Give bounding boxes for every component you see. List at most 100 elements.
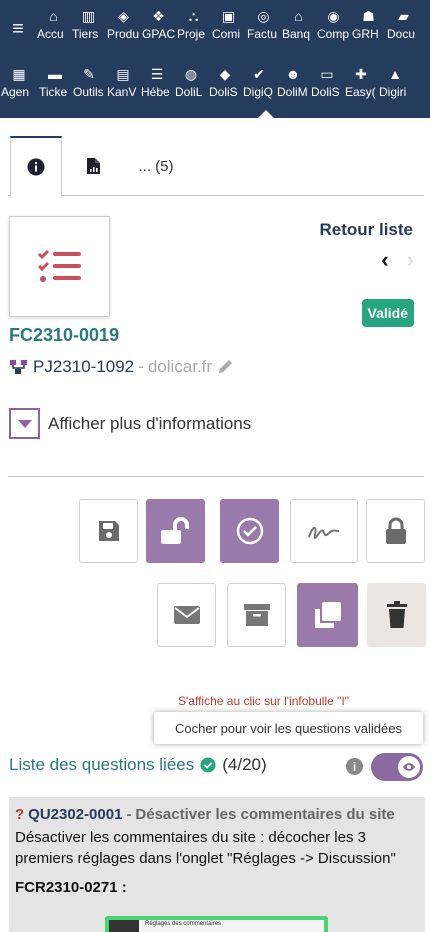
- nav-item-commercial[interactable]: ▣ Comi: [211, 6, 246, 42]
- save-icon: [98, 521, 119, 541]
- kanban-icon: ▤: [116, 66, 130, 82]
- tab-document[interactable]: [68, 136, 118, 196]
- tab-info[interactable]: [10, 136, 62, 197]
- nav-item-agenda[interactable]: ▦ Agen: [0, 64, 38, 100]
- check-circle-icon: [200, 757, 216, 773]
- dolil-icon: ◍: [184, 66, 198, 82]
- tooltip: Cocher pour voir les questions validées: [154, 712, 423, 744]
- nav-item-grh[interactable]: ☗ GRH: [351, 6, 386, 42]
- nav-item-gpao[interactable]: ❖ GPAC: [141, 6, 176, 42]
- cubes-icon: ❖: [152, 8, 165, 24]
- nav-item-projets[interactable]: ⛬ Proje: [176, 6, 211, 42]
- project-separator: -: [138, 357, 144, 376]
- active-module-caret: [258, 110, 274, 118]
- eye-icon: [398, 756, 420, 778]
- project-ref: PJ2310-1092: [33, 357, 135, 376]
- question-header: ? QU2302-0001 - Désactiver les commentai…: [15, 806, 419, 823]
- nav-item-digiri[interactable]: ▲ Digiri: [378, 64, 412, 100]
- top-navbar: ≡ ⌂ Accu ▥ Tiers ◈ Produ ❖ GPAC ⛬ Proje ▣ Comi…: [0, 0, 430, 118]
- clone-button[interactable]: [297, 583, 358, 647]
- nav-item-dolil[interactable]: ◍ DoliL: [174, 64, 208, 100]
- question-description: Désactiver les commentaires du site : dé…: [15, 829, 396, 867]
- show-validated-toggle[interactable]: [371, 753, 423, 781]
- building-icon: ▥: [81, 8, 96, 24]
- file-chart-icon: [86, 158, 100, 174]
- next-record-icon[interactable]: ›: [407, 247, 414, 273]
- check-circle-icon: [236, 517, 263, 545]
- question-item: ? QU2302-0001 - Désactiver les commentai…: [9, 797, 425, 932]
- unlock-button[interactable]: [146, 499, 205, 563]
- tooltip-annotation: S'affiche au clic sur l'infobulle "I": [178, 694, 349, 708]
- coins-icon: ◎: [257, 8, 270, 24]
- validate-button[interactable]: [220, 499, 279, 563]
- easy-icon: ✚: [355, 66, 367, 82]
- signature-icon: [308, 526, 340, 540]
- envelope-icon: [173, 606, 200, 624]
- users-icon: ☻: [285, 66, 301, 82]
- lock-button[interactable]: [366, 499, 425, 563]
- archive-button[interactable]: [227, 583, 286, 647]
- nav-row-modules: ▦ Agen ▬ Ticke ✎ Outils ▤ KanV ☰ Hébe ◍ DoliL …: [0, 64, 412, 116]
- nav-item-dolis-lock[interactable]: ◆ DoliS: [208, 64, 242, 100]
- previous-record-icon[interactable]: ‹: [381, 247, 388, 273]
- folder-open-icon: ▰: [398, 8, 409, 24]
- nav-item-accueil[interactable]: ⌂ Accu: [36, 6, 71, 42]
- project-icon: ⛬: [188, 8, 199, 24]
- answer-screenshot[interactable]: Réglages des commentaires: [105, 916, 328, 932]
- id-card-icon: ▭: [320, 66, 334, 82]
- nav-item-produits[interactable]: ◈ Produ: [106, 6, 141, 42]
- linked-questions-title: Liste des questions liées (4/20): [9, 755, 267, 775]
- nav-item-kanview[interactable]: ▤ KanV: [106, 64, 140, 100]
- nav-item-easy[interactable]: ✚ Easy(: [344, 64, 378, 100]
- record-tabs: ... (5): [8, 136, 424, 197]
- more-info-toggle[interactable]: Afficher plus d'informations: [9, 408, 251, 439]
- info-tooltip-icon[interactable]: i: [346, 758, 363, 775]
- screenshot-sidebar: [109, 920, 139, 932]
- project-link[interactable]: PJ2310-1092 - dolicar.fr: [9, 357, 234, 377]
- linked-questions-count: (4/20): [222, 755, 267, 774]
- answer-ref: FCR2310-0271 :: [15, 879, 127, 896]
- record-ref: FC2310-0019: [9, 325, 120, 345]
- user-tie-icon: ☗: [362, 8, 375, 24]
- server-icon: ☰: [150, 66, 164, 82]
- sign-button[interactable]: [290, 499, 358, 563]
- clone-icon: [314, 602, 341, 628]
- nav-item-facturation[interactable]: ◎ Factu: [246, 6, 281, 42]
- pencil-icon[interactable]: [216, 358, 234, 376]
- nav-item-dolis-card[interactable]: ▭ DoliS: [310, 64, 344, 100]
- nav-item-tiers[interactable]: ▥ Tiers: [71, 6, 106, 42]
- hamburger-menu-icon[interactable]: ≡: [0, 6, 36, 41]
- project-site: dolicar.fr: [147, 357, 213, 376]
- chevron-down-icon: [9, 408, 40, 439]
- tasks-list-icon: [37, 249, 81, 282]
- nav-item-documents[interactable]: ▰ Docu: [386, 6, 421, 42]
- info-circle-icon: [27, 158, 45, 176]
- nav-item-digiquali[interactable]: ✔ DigiQ: [242, 64, 276, 100]
- tab-more[interactable]: ... (5): [126, 136, 186, 196]
- question-mark-icon: ?: [15, 806, 25, 823]
- nav-item-compta[interactable]: ◉ Comp: [316, 6, 351, 42]
- nav-row-main: ≡ ⌂ Accu ▥ Tiers ◈ Produ ❖ GPAC ⛬ Proje ▣ Comi…: [0, 6, 421, 58]
- nav-item-banque[interactable]: ⌂ Banq: [281, 6, 316, 42]
- send-email-button[interactable]: [157, 583, 216, 647]
- question-separator: -: [126, 806, 132, 823]
- bank-icon: ⌂: [294, 8, 303, 24]
- question-label: Désactiver les commentaires du site: [135, 806, 395, 823]
- record-thumbnail: [9, 216, 110, 317]
- nav-item-hebergement[interactable]: ☰ Hébe: [140, 64, 174, 100]
- save-button[interactable]: [79, 499, 138, 563]
- briefcase-icon: ▣: [221, 8, 236, 24]
- wrench-icon: ✎: [83, 66, 95, 82]
- back-to-list-link[interactable]: Retour liste: [319, 220, 413, 240]
- project-icon: [10, 360, 27, 374]
- question-code[interactable]: QU2302-0001: [28, 806, 122, 823]
- lock-icon: ◆: [219, 66, 231, 82]
- nav-item-tickets[interactable]: ▬ Ticke: [38, 64, 72, 100]
- nav-item-dolim[interactable]: ☻ DoliM: [276, 64, 310, 100]
- lock-icon: [385, 517, 406, 544]
- search-dollar-icon: ◉: [327, 8, 340, 24]
- digiri-icon: ▲: [388, 66, 402, 82]
- delete-button[interactable]: [367, 583, 426, 647]
- clipboard-check-icon: ✔: [253, 66, 265, 82]
- nav-item-outils[interactable]: ✎ Outils: [72, 64, 106, 100]
